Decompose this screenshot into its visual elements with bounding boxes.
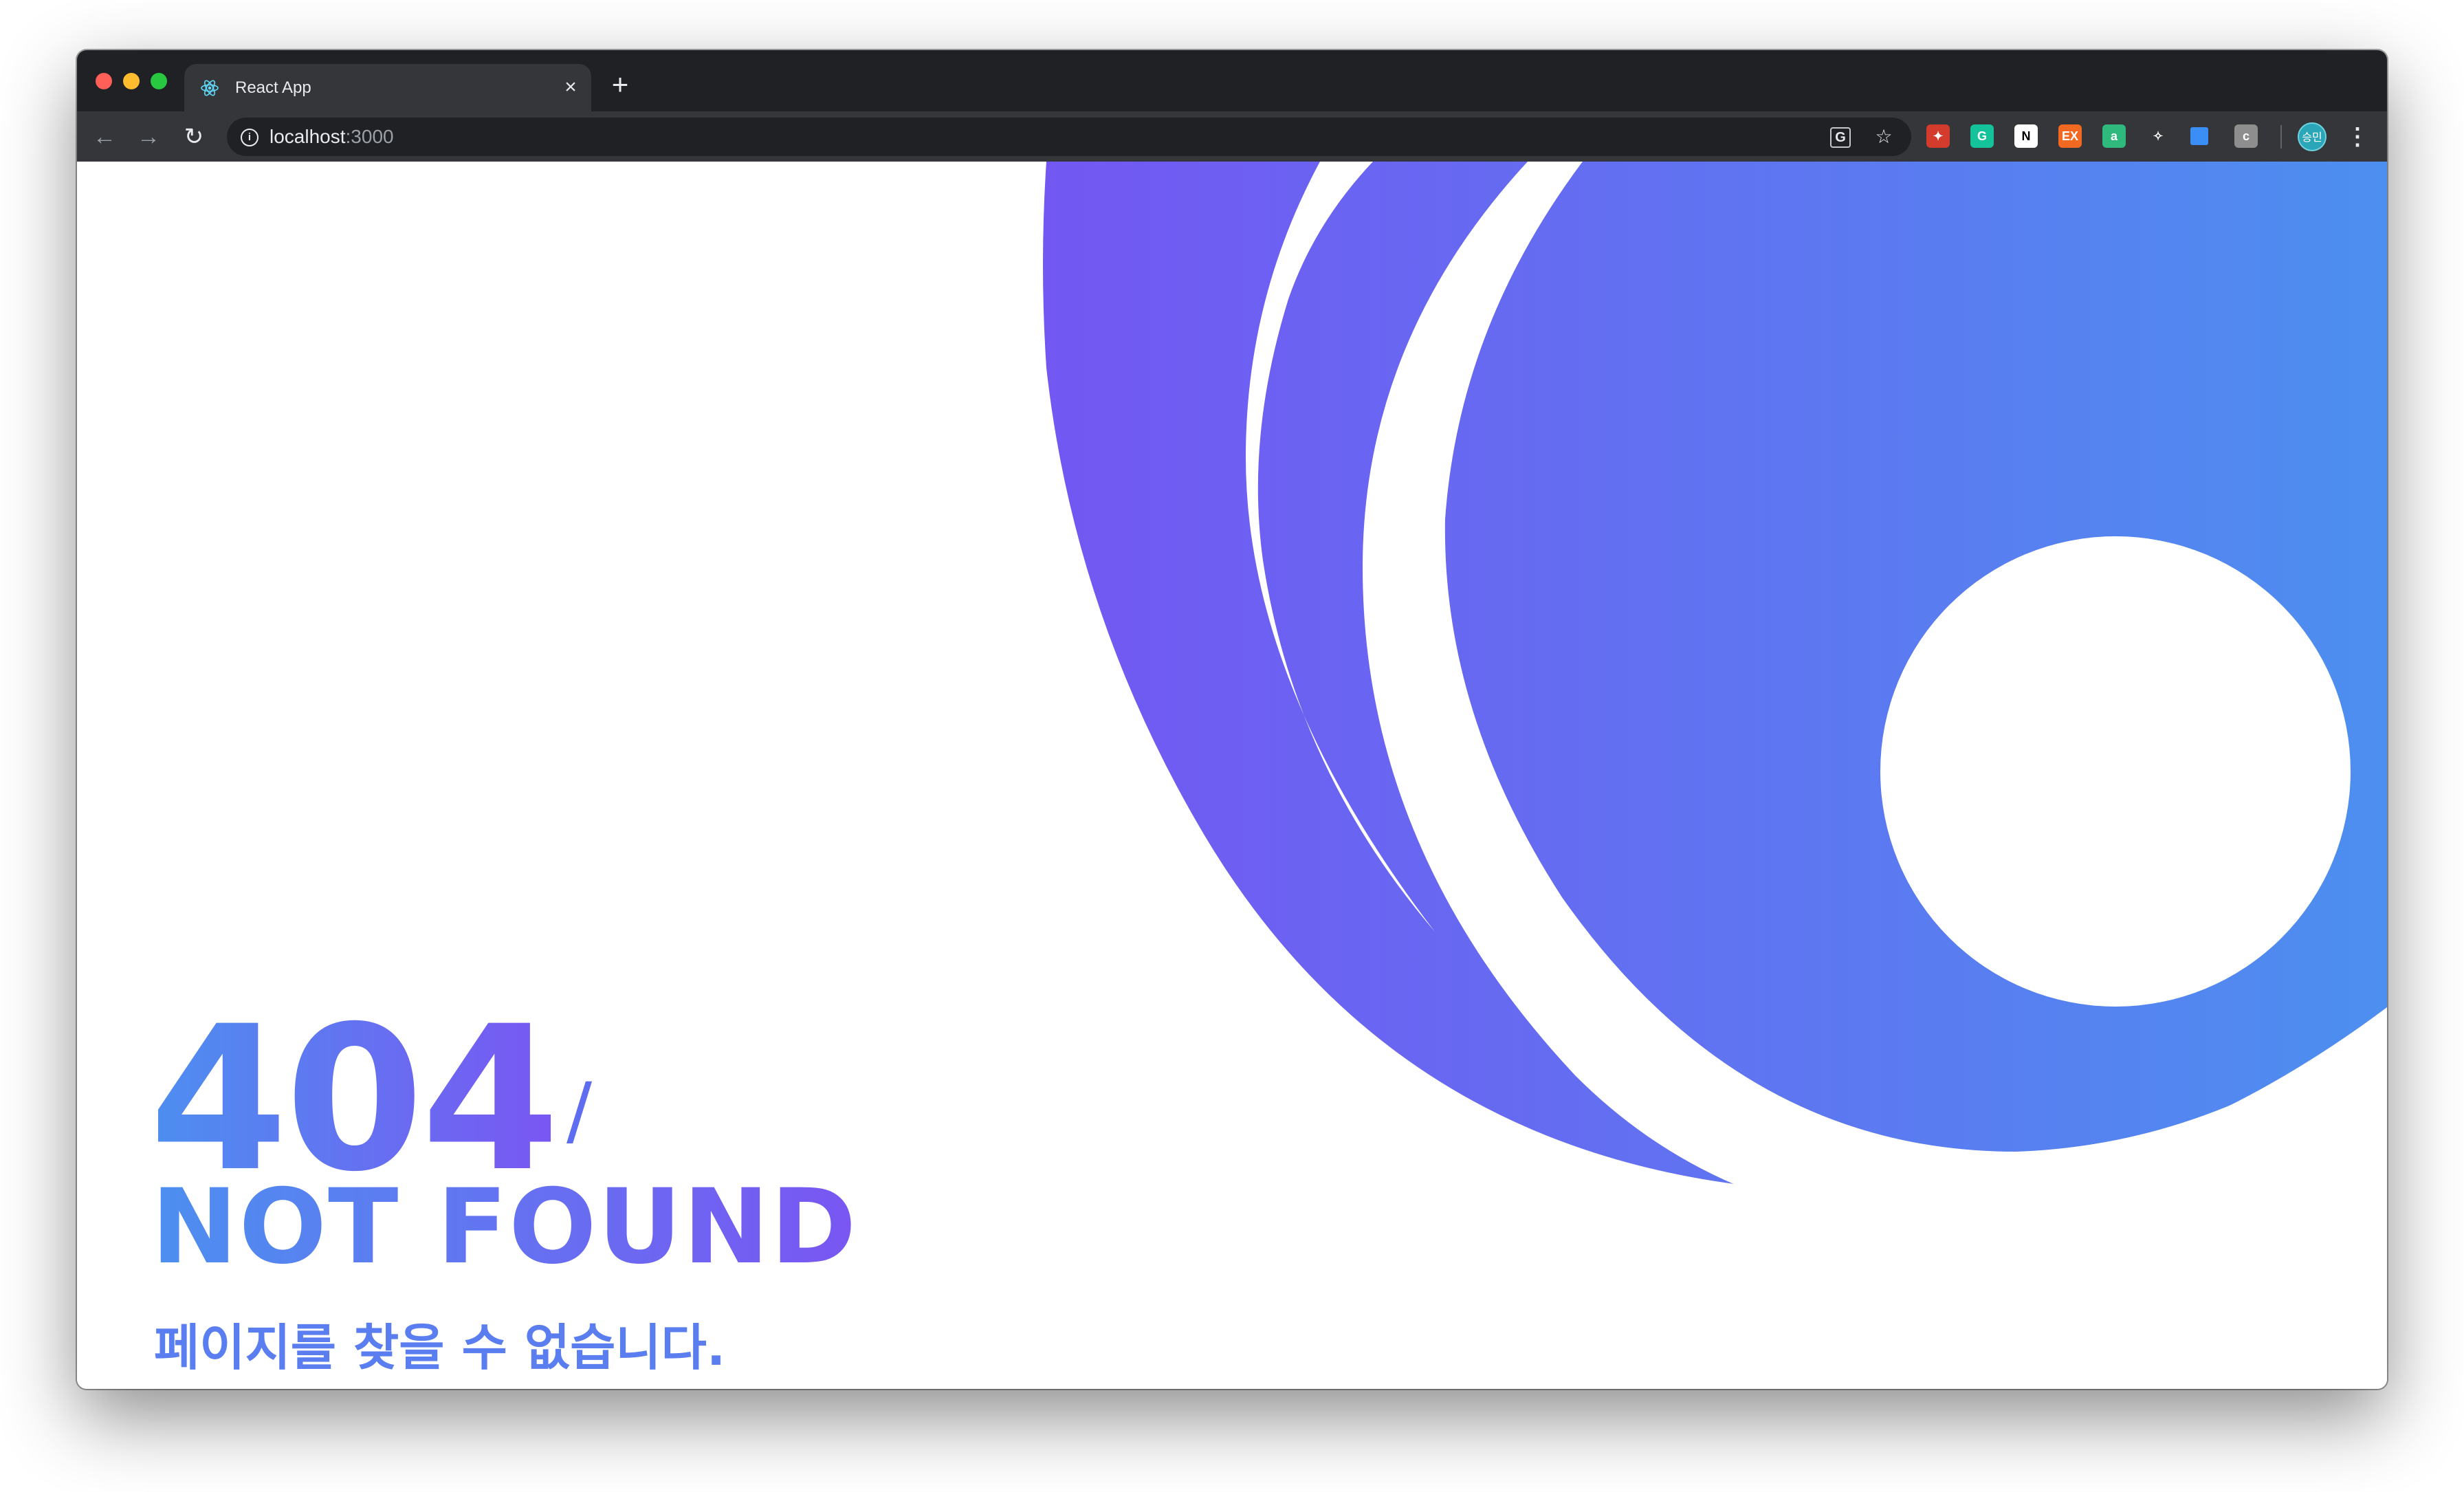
tab-close-icon[interactable]: × [560,76,582,98]
tab-title: React App [235,78,311,97]
error-message: 페이지를 찾을 수 없습니다. [154,1319,726,1376]
address-bar[interactable]: i localhost:3000 G ☆ [227,118,1911,156]
error-headline: NOT FOUND [151,1167,858,1287]
page-viewport: 404 / NOT FOUND 페이지를 찾을 수 없습니다. [77,162,2387,1389]
url-text[interactable]: localhost:3000 [270,118,394,156]
url-host: localhost [270,126,346,147]
error-slash: / [566,1066,593,1154]
window-close-button[interactable] [96,73,112,89]
url-port: :3000 [345,126,394,147]
react-atom-icon [201,80,219,96]
more-menu-icon[interactable]: ⋮ [2346,122,2369,151]
translate-icon[interactable]: G [1830,127,1851,148]
site-info-icon[interactable]: i [241,129,258,146]
toolbar-divider [2280,125,2282,149]
tab-strip: React App × + [77,50,2387,111]
ext-red-icon[interactable]: ✦ [1926,124,1950,148]
profile-avatar[interactable]: 승민 [2298,122,2326,151]
back-icon[interactable]: ← [91,123,118,151]
reload-icon[interactable]: ↻ [180,123,208,151]
bookmark-star-icon[interactable]: ☆ [1873,126,1895,148]
ext-sparkle-icon[interactable]: ✧ [2146,124,2170,148]
ext-blue-square-icon[interactable] [2190,127,2208,145]
window-maximize-button[interactable] [151,73,167,89]
tab-react-app[interactable]: React App × [184,64,591,111]
new-tab-button[interactable]: + [605,69,635,100]
ex-icon[interactable]: EX [2058,124,2082,148]
a-icon[interactable]: a [2102,124,2126,148]
notion-icon[interactable]: N [2014,124,2038,148]
swirl-shape [1043,162,2387,1228]
forward-icon[interactable]: → [135,123,162,151]
grammarly-icon[interactable]: G [1970,124,1994,148]
c-icon[interactable]: c [2234,124,2258,148]
browser-window: React App × + ← → ↻ i localhost:3000 G ☆… [77,50,2387,1389]
browser-toolbar: ← → ↻ i localhost:3000 G ☆ ✦ G N EX a ✧ c 승민 ⋮ [77,111,2387,162]
window-minimize-button[interactable] [123,73,140,89]
